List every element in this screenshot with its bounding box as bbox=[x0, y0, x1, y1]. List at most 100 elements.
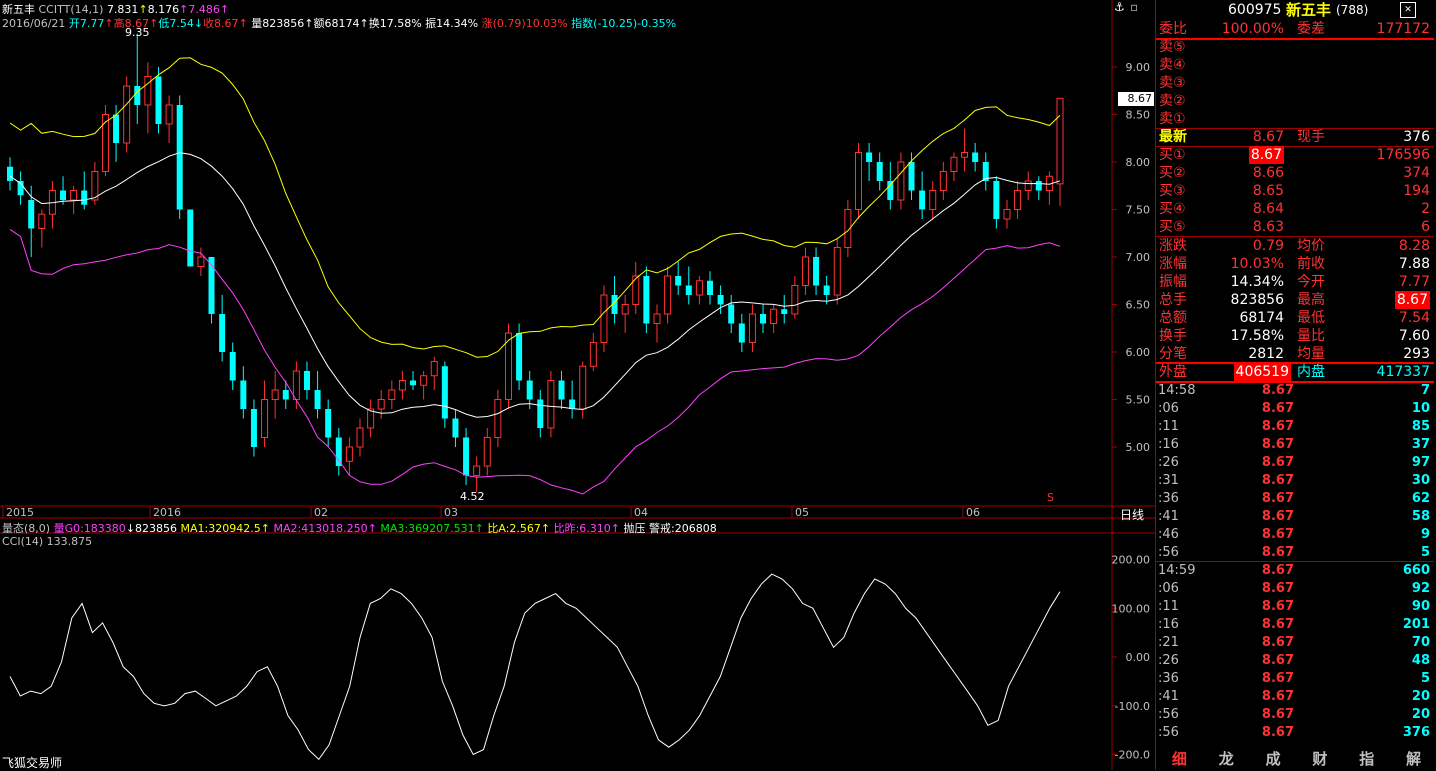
candle bbox=[410, 371, 417, 390]
quote-close: 收8.67 bbox=[203, 17, 239, 30]
stat-value-2: 7.88 bbox=[1398, 256, 1430, 272]
candle bbox=[664, 266, 672, 324]
tick-price: 8.67 bbox=[1261, 437, 1294, 452]
price-tick-label: 8.50 bbox=[1126, 109, 1151, 122]
tab-4[interactable]: 指 bbox=[1343, 748, 1390, 770]
candle bbox=[1035, 176, 1042, 200]
price-tick-label: 6.50 bbox=[1126, 299, 1151, 312]
vol-pressure: 抛压 bbox=[623, 522, 646, 535]
bid-price: 8.66 bbox=[1252, 165, 1284, 181]
quote-low: 低7.54 bbox=[158, 17, 194, 30]
tick-row: :46 8.67 9 bbox=[1156, 526, 1434, 544]
tick-volume: 37 bbox=[1411, 437, 1430, 452]
time-tick-label: 04 bbox=[634, 506, 648, 519]
tick-price: 8.67 bbox=[1261, 635, 1294, 650]
candle bbox=[38, 209, 46, 248]
candle bbox=[897, 152, 905, 210]
stat-value: 823856 bbox=[1230, 292, 1284, 308]
candle bbox=[176, 95, 183, 219]
candle bbox=[707, 271, 713, 305]
candle bbox=[537, 390, 544, 438]
candle bbox=[473, 456, 481, 493]
candle bbox=[229, 342, 236, 390]
candle bbox=[876, 152, 883, 191]
stat-row: 总额 68174 最低 7.54 bbox=[1156, 309, 1434, 327]
inner-label: 内盘 bbox=[1297, 364, 1325, 380]
tick-volume: 9 bbox=[1420, 527, 1430, 542]
stat-value-2: 8.67 bbox=[1394, 291, 1430, 309]
stat-label: 涨幅 bbox=[1159, 256, 1187, 272]
stat-value-2: 8.28 bbox=[1398, 238, 1430, 254]
vol-title: 量态(8,0) bbox=[2, 522, 51, 535]
tick-row: :16 8.67 37 bbox=[1156, 436, 1434, 454]
candle bbox=[292, 361, 300, 409]
vol-ma2: MA2:413018.250 bbox=[273, 522, 368, 535]
tick-volume: 7 bbox=[1420, 383, 1430, 398]
tick-time: :56 bbox=[1158, 545, 1179, 560]
tick-volume: 201 bbox=[1402, 617, 1430, 632]
tick-time: :36 bbox=[1158, 491, 1179, 506]
ask-row: 卖① bbox=[1156, 110, 1434, 128]
candle bbox=[675, 261, 682, 295]
candle bbox=[303, 361, 310, 400]
tab-3[interactable]: 财 bbox=[1296, 748, 1343, 770]
candle bbox=[1045, 171, 1053, 205]
current-price-tag: 8.67 bbox=[1118, 92, 1154, 106]
weibi-label: 委比 bbox=[1159, 21, 1187, 37]
candle bbox=[81, 171, 88, 210]
panel-stock-name: 新五丰 bbox=[1286, 1, 1332, 19]
tick-price: 8.67 bbox=[1261, 563, 1294, 578]
now-hand-label: 现手 bbox=[1297, 129, 1325, 145]
pin-icon[interactable]: ▫ bbox=[1130, 0, 1138, 14]
tab-2[interactable]: 成 bbox=[1250, 748, 1297, 770]
weibi-row: 委比 100.00% 委差 177172 bbox=[1156, 20, 1434, 38]
time-tick-label: 03 bbox=[444, 506, 458, 519]
tick-volume: 97 bbox=[1411, 455, 1430, 470]
tick-row: :06 8.67 10 bbox=[1156, 400, 1434, 418]
candle bbox=[781, 295, 788, 324]
outer-inner-row: 外盘 406519 内盘 417337 bbox=[1156, 363, 1434, 381]
candle bbox=[1056, 97, 1064, 206]
footer-brand: 飞狐交易师 bbox=[2, 756, 63, 770]
anchor-icon[interactable]: ⚓ bbox=[1114, 0, 1125, 14]
bid-volume: 2 bbox=[1421, 201, 1430, 217]
close-icon[interactable]: ✕ bbox=[1400, 2, 1416, 18]
quote-amplitude: 振14.34% bbox=[425, 17, 479, 30]
candle bbox=[993, 176, 1000, 229]
quote-header: 2016/06/21 开7.77↑高8.67↑低7.54↓收8.67↑ 量823… bbox=[2, 17, 677, 30]
candle bbox=[621, 295, 629, 333]
vol-ratio-prev: 比昨:6.310 bbox=[553, 522, 611, 535]
candle bbox=[261, 380, 269, 447]
tab-5[interactable]: 解 bbox=[1390, 748, 1436, 770]
tick-time: :56 bbox=[1158, 725, 1179, 740]
tick-volume: 92 bbox=[1411, 581, 1430, 596]
tick-volume: 660 bbox=[1402, 563, 1430, 578]
tick-time: :16 bbox=[1158, 617, 1179, 632]
period-label[interactable]: 日线 bbox=[1120, 506, 1144, 523]
bid-row: 买② 8.66 374 bbox=[1156, 164, 1434, 182]
price-tick-label: 5.50 bbox=[1126, 394, 1151, 407]
vol-ratio-a: 比A:2.567 bbox=[487, 522, 541, 535]
stat-row: 振幅 14.34% 今开 7.77 bbox=[1156, 273, 1434, 291]
candle bbox=[653, 304, 661, 343]
stat-label: 总额 bbox=[1159, 310, 1187, 326]
bid-row: 买① 8.67 176596 bbox=[1156, 146, 1434, 164]
candle bbox=[982, 152, 989, 191]
candle bbox=[558, 371, 565, 409]
tick-price: 8.67 bbox=[1261, 581, 1294, 596]
price-tick-label: 7.50 bbox=[1126, 204, 1151, 217]
tab-0[interactable]: 细 bbox=[1156, 748, 1203, 770]
candle bbox=[939, 162, 947, 200]
high-annotation: 9.35 bbox=[125, 26, 150, 39]
tick-time: :26 bbox=[1158, 455, 1179, 470]
candle bbox=[589, 333, 597, 371]
weibi-value: 100.00% bbox=[1221, 21, 1284, 37]
tick-volume: 62 bbox=[1411, 491, 1430, 506]
tab-1[interactable]: 龙 bbox=[1203, 748, 1250, 770]
tick-price: 8.67 bbox=[1261, 671, 1294, 686]
candle bbox=[208, 257, 215, 324]
price-tick-label: 7.00 bbox=[1126, 251, 1151, 264]
tick-price: 8.67 bbox=[1261, 527, 1294, 542]
candle bbox=[388, 380, 396, 409]
tick-time: :36 bbox=[1158, 671, 1179, 686]
